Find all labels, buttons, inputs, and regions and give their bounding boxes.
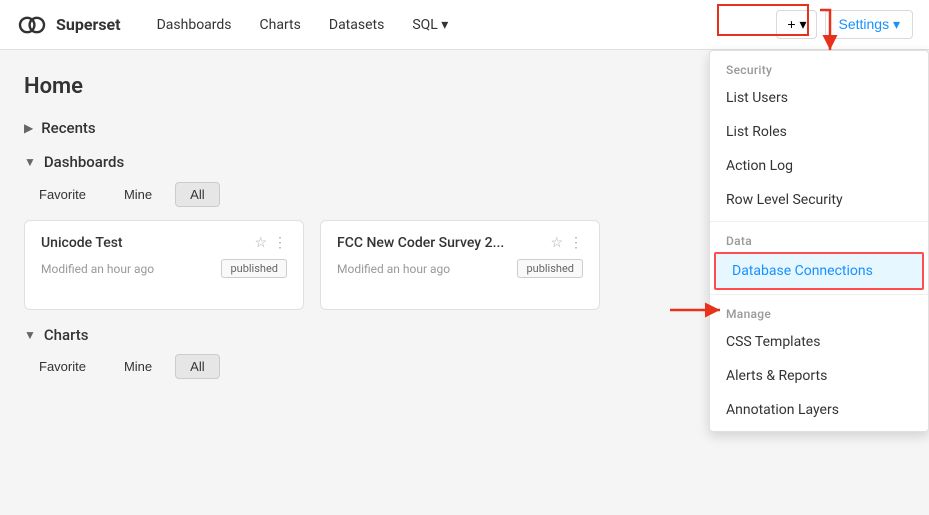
dashboards-chevron-icon: ▼	[24, 155, 36, 169]
more-icon-0[interactable]: ⋮	[273, 235, 287, 251]
menu-item-annotation-layers[interactable]: Annotation Layers	[710, 393, 928, 427]
card-title-0: Unicode Test	[41, 235, 123, 251]
dashboard-card-1: FCC New Coder Survey 2... ☆ ⋮ Modified a…	[320, 220, 600, 310]
card-header-0: Unicode Test ☆ ⋮	[41, 235, 287, 251]
menu-section-manage: Manage	[710, 299, 928, 325]
nav-datasets[interactable]: Datasets	[317, 9, 396, 41]
nav-charts[interactable]: Charts	[248, 9, 313, 41]
card-icons-0: ☆ ⋮	[254, 235, 287, 251]
recents-chevron-icon: ▶	[24, 121, 33, 135]
nav-right: + ▾ Settings ▾	[776, 10, 913, 39]
charts-chevron-icon: ▼	[24, 328, 36, 342]
card-meta-1: Modified an hour ago published	[337, 259, 583, 278]
card-header-1: FCC New Coder Survey 2... ☆ ⋮	[337, 235, 583, 251]
dashboards-filter-mine[interactable]: Mine	[109, 182, 167, 207]
menu-section-data: Data	[710, 226, 928, 252]
card-modified-0: Modified an hour ago	[41, 262, 154, 276]
recents-label: Recents	[41, 119, 95, 137]
dashboards-filter-favorite[interactable]: Favorite	[24, 182, 101, 207]
menu-item-alerts-reports[interactable]: Alerts & Reports	[710, 359, 928, 393]
menu-item-database-connections[interactable]: Database Connections	[714, 252, 924, 290]
card-status-0: published	[221, 259, 287, 278]
plus-button[interactable]: + ▾	[776, 10, 817, 39]
settings-dropdown: Security List Users List Roles Action Lo…	[709, 50, 929, 432]
dashboards-label: Dashboards	[44, 153, 124, 171]
menu-section-security: Security	[710, 55, 928, 81]
nav-sql[interactable]: SQL ▾	[400, 9, 460, 41]
menu-divider-2	[710, 294, 928, 295]
more-icon-1[interactable]: ⋮	[569, 235, 583, 251]
superset-logo-icon	[16, 9, 48, 41]
menu-item-action-log[interactable]: Action Log	[710, 149, 928, 183]
charts-label: Charts	[44, 326, 89, 344]
logo-text: Superset	[56, 15, 121, 34]
dashboard-card-0: Unicode Test ☆ ⋮ Modified an hour ago pu…	[24, 220, 304, 310]
nav-links: Dashboards Charts Datasets SQL ▾	[145, 9, 753, 41]
settings-button[interactable]: Settings ▾	[825, 10, 913, 39]
charts-filter-favorite[interactable]: Favorite	[24, 354, 101, 379]
card-status-1: published	[517, 259, 583, 278]
menu-item-css-templates[interactable]: CSS Templates	[710, 325, 928, 359]
card-meta-0: Modified an hour ago published	[41, 259, 287, 278]
card-icons-1: ☆ ⋮	[550, 235, 583, 251]
menu-item-list-roles[interactable]: List Roles	[710, 115, 928, 149]
star-icon-0[interactable]: ☆	[254, 235, 267, 251]
dashboards-filter-all[interactable]: All	[175, 182, 219, 207]
navbar: Superset Dashboards Charts Datasets SQL …	[0, 0, 929, 50]
star-icon-1[interactable]: ☆	[550, 235, 563, 251]
nav-dashboards[interactable]: Dashboards	[145, 9, 244, 41]
card-title-1: FCC New Coder Survey 2...	[337, 235, 504, 251]
menu-item-row-level-security[interactable]: Row Level Security	[710, 183, 928, 217]
menu-item-list-users[interactable]: List Users	[710, 81, 928, 115]
menu-divider-1	[710, 221, 928, 222]
logo: Superset	[16, 9, 121, 41]
card-modified-1: Modified an hour ago	[337, 262, 450, 276]
charts-filter-all[interactable]: All	[175, 354, 219, 379]
charts-filter-mine[interactable]: Mine	[109, 354, 167, 379]
